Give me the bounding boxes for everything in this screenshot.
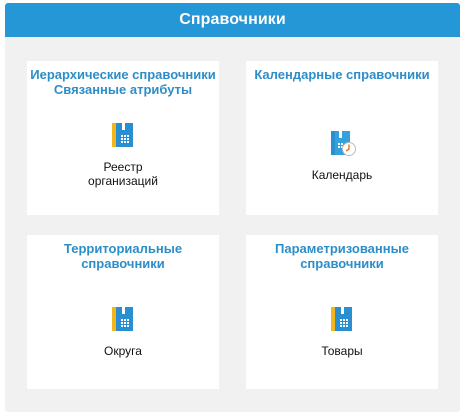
item-label-line: организаций [88,174,158,188]
register-book-icon [111,121,135,149]
register-book-icon [330,305,354,333]
item-label-line: Календарь [311,168,373,182]
item-districts[interactable]: Округа [27,305,219,358]
item-label: Реестр организаций [27,160,219,188]
item-label: Округа [27,344,219,358]
card-title-line: Территориальные [63,241,183,256]
calendar-book-icon [330,129,356,157]
card-title: Календарные справочники [246,67,438,82]
card-parametrized: Параметризованные справочники Товары [246,235,438,389]
card-territorial: Территориальные справочники Округа [27,235,219,389]
card-title-line: справочники [300,256,384,271]
card-title-line: Иерархические справочники [30,67,216,82]
card-calendar: Календарные справочники Календарь [246,61,438,215]
register-book-icon [111,305,135,333]
item-label-line: Реестр [103,160,143,174]
item-label: Товары [246,344,438,358]
card-title: Параметризованные справочники [246,241,438,271]
card-title: Территориальные справочники [27,241,219,271]
item-goods[interactable]: Товары [246,305,438,358]
card-title: Иерархические справочники Связанные атри… [27,67,219,97]
card-title-line: Связанные атрибуты [53,82,193,97]
panel-title: Справочники [179,11,286,28]
directories-panel: Справочники Иерархические справочники Св… [5,3,460,412]
panel-header: Справочники [5,3,460,37]
card-title-line: Параметризованные [275,241,409,256]
card-hierarchical: Иерархические справочники Связанные атри… [27,61,219,215]
item-label-line: Товары [321,344,363,358]
card-title-line: Календарные справочники [254,67,430,82]
item-calendar[interactable]: Календарь [246,129,438,182]
item-label-line: Округа [104,344,142,358]
item-organization-registry[interactable]: Реестр организаций [27,121,219,188]
directory-grid: Иерархические справочники Связанные атри… [5,37,460,412]
item-label: Календарь [246,168,438,182]
card-title-line: справочники [81,256,165,271]
